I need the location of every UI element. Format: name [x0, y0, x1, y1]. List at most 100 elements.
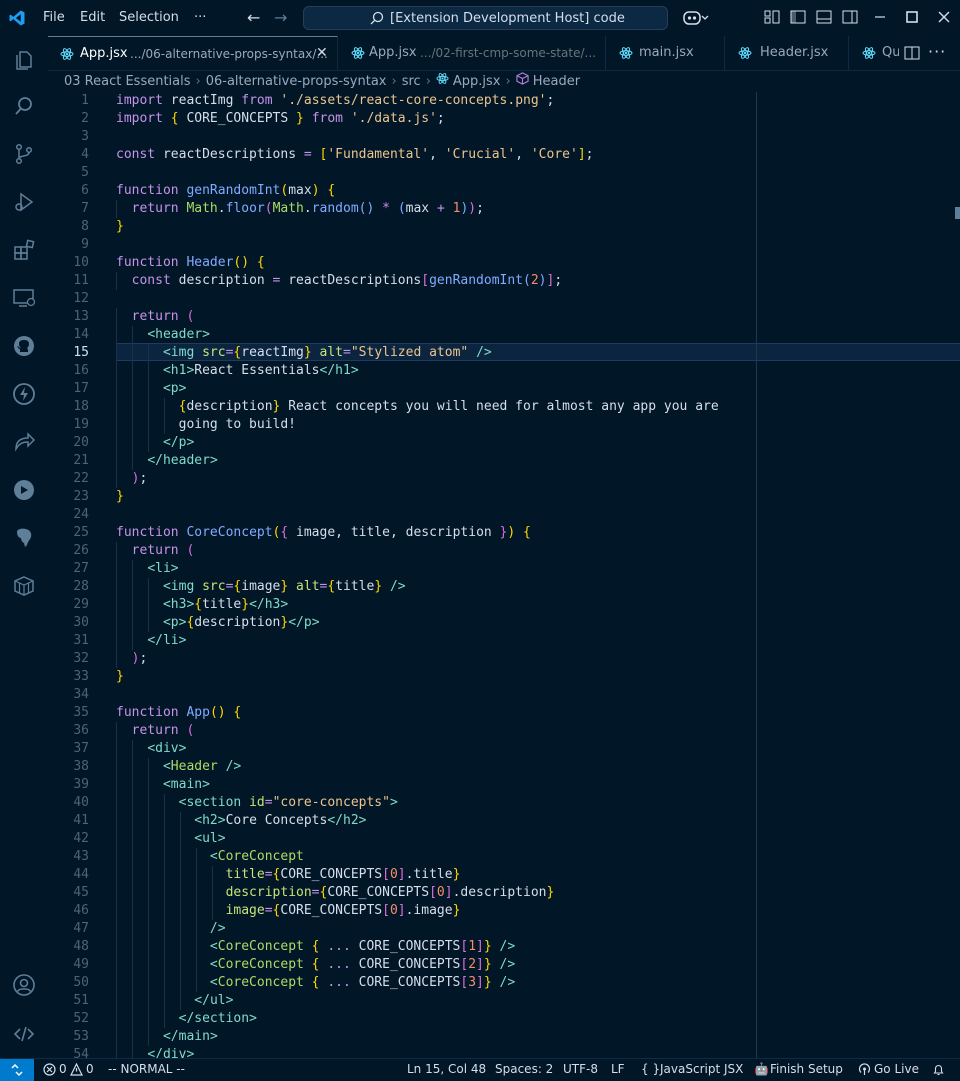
menu-edit[interactable]: Edit: [80, 10, 105, 25]
menu-file[interactable]: File: [43, 10, 65, 25]
code-line[interactable]: return (: [116, 542, 195, 560]
code-line[interactable]: <h2>Core Concepts</h2>: [116, 812, 366, 830]
live-share-icon[interactable]: [12, 430, 36, 454]
tab-qu[interactable]: Qu: [849, 36, 899, 70]
code-line[interactable]: <p>: [116, 380, 186, 398]
breadcrumb-file[interactable]: App.jsx: [453, 74, 501, 89]
more-actions-icon[interactable]: ···: [928, 42, 946, 61]
code-line[interactable]: <div>: [116, 740, 186, 758]
code-line[interactable]: function CoreConcept({ image, title, des…: [116, 524, 531, 542]
close-tab-icon[interactable]: ✕: [316, 45, 328, 61]
github-icon[interactable]: [12, 334, 36, 358]
forward-arrow-icon[interactable]: →: [274, 8, 287, 27]
database-elephant-icon[interactable]: [12, 526, 36, 550]
notifications-bell-icon[interactable]: [932, 1063, 945, 1076]
code-line[interactable]: image={CORE_CONCEPTS[0].image}: [116, 902, 461, 920]
code-line[interactable]: />: [116, 920, 226, 938]
tab-app-jsx-06[interactable]: App.jsx .../06-alternative-props-syntax/…: [48, 36, 338, 70]
code-line[interactable]: <CoreConcept: [116, 848, 304, 866]
code-line[interactable]: import reactImg from './assets/react-cor…: [116, 92, 554, 110]
language-mode[interactable]: JavaScript JSX: [660, 1062, 743, 1076]
code-line[interactable]: import { CORE_CONCEPTS } from './data.js…: [116, 110, 445, 128]
remote-explorer-icon[interactable]: [12, 286, 36, 310]
code-line[interactable]: return Math.floor(Math.random() * (max +…: [116, 200, 484, 218]
code-line[interactable]: function Header() {: [116, 254, 265, 272]
toggle-secondary-sidebar-icon[interactable]: [842, 9, 858, 25]
code-line[interactable]: <header>: [116, 326, 210, 344]
manage-code-icon[interactable]: [12, 1022, 36, 1046]
code-line[interactable]: <img src={image} alt={title} />: [116, 578, 406, 596]
tab-header-jsx[interactable]: Header.jsx: [725, 36, 849, 70]
explorer-icon[interactable]: [12, 48, 36, 72]
accounts-icon[interactable]: [12, 973, 36, 997]
code-line[interactable]: return (: [116, 308, 195, 326]
source-control-icon[interactable]: [12, 142, 36, 166]
menu-selection[interactable]: Selection: [119, 10, 179, 25]
code-line[interactable]: </main>: [116, 1028, 218, 1046]
copilot-icon[interactable]: [683, 9, 709, 27]
breadcrumb-folder-root[interactable]: 03 React Essentials: [64, 74, 191, 89]
tab-app-jsx-02[interactable]: App.jsx .../02-first-cmp-some-state/...: [338, 36, 606, 70]
code-editor[interactable]: 1 2 3 4 5 6 7 8 9 10 11 12 13 14 15 16 17 18 19 20 21 22 23 24 2…: [48, 92, 960, 1058]
code-line[interactable]: return (: [116, 722, 195, 740]
command-center-search[interactable]: [Extension Development Host] code: [303, 6, 668, 30]
split-editor-icon[interactable]: [904, 45, 920, 61]
maximize-icon[interactable]: [904, 9, 920, 25]
code-line[interactable]: <Header />: [116, 758, 241, 776]
code-line[interactable]: title={CORE_CONCEPTS[0].title}: [116, 866, 461, 884]
code-line[interactable]: <p>{description}</p>: [116, 614, 320, 632]
code-line[interactable]: </ul>: [116, 992, 233, 1010]
code-line[interactable]: {description} React concepts you will ne…: [116, 398, 719, 416]
menu-more[interactable]: ···: [194, 10, 206, 25]
code-line[interactable]: );: [116, 470, 148, 488]
extensions-icon[interactable]: [12, 238, 36, 262]
search-icon[interactable]: [12, 94, 36, 118]
go-live-button[interactable]: Go Live: [874, 1062, 919, 1076]
code-line[interactable]: </header>: [116, 452, 217, 470]
breadcrumb-folder-project[interactable]: 06-alternative-props-syntax: [206, 74, 387, 89]
indentation[interactable]: Spaces: 2: [495, 1062, 553, 1076]
code-line[interactable]: </section>: [116, 1010, 257, 1028]
code-line[interactable]: </p>: [116, 434, 194, 452]
code-line[interactable]: <main>: [116, 776, 210, 794]
code-line[interactable]: <CoreConcept { ... CORE_CONCEPTS[1]} />: [116, 938, 515, 956]
code-line[interactable]: function genRandomInt(max) {: [116, 182, 335, 200]
run-debug-icon[interactable]: [12, 190, 36, 214]
remote-explorer-icon-alt[interactable]: [12, 478, 36, 502]
finish-setup-button[interactable]: Finish Setup: [770, 1062, 843, 1076]
code-line[interactable]: <CoreConcept { ... CORE_CONCEPTS[3]} />: [116, 974, 515, 992]
tab-main-jsx[interactable]: main.jsx: [606, 36, 725, 70]
thunder-client-icon[interactable]: [12, 382, 36, 406]
error-count[interactable]: 0: [59, 1062, 67, 1076]
vscode-logo-icon[interactable]: [8, 9, 26, 27]
cursor-position[interactable]: Ln 15, Col 48: [407, 1062, 486, 1076]
code-line[interactable]: <h1>React Essentials</h1>: [116, 362, 359, 380]
code-line[interactable]: <CoreConcept { ... CORE_CONCEPTS[2]} />: [116, 956, 515, 974]
code-line[interactable]: );: [116, 650, 148, 668]
code-line[interactable]: const description = reactDescriptions[ge…: [116, 272, 563, 290]
code-line[interactable]: }: [116, 488, 124, 506]
warning-icon[interactable]: [70, 1063, 83, 1076]
code-line[interactable]: </li>: [116, 632, 186, 650]
code-line[interactable]: <section id="core-concepts">: [116, 794, 398, 812]
encoding[interactable]: UTF-8: [563, 1062, 598, 1076]
back-arrow-icon[interactable]: ←: [247, 8, 260, 27]
scrollbar-thumb[interactable]: [955, 207, 960, 219]
code-line[interactable]: }: [116, 668, 124, 686]
containers-icon[interactable]: [12, 574, 36, 598]
code-line[interactable]: <img src={reactImg} alt="Stylized atom" …: [116, 344, 492, 362]
close-window-icon[interactable]: [936, 9, 952, 25]
remote-indicator[interactable]: [0, 1059, 34, 1081]
breadcrumb-folder-src[interactable]: src: [402, 74, 421, 89]
code-line[interactable]: </div>: [116, 1046, 194, 1058]
code-line[interactable]: const reactDescriptions = ['Fundamental'…: [116, 146, 593, 164]
code-line[interactable]: <ul>: [116, 830, 225, 848]
end-of-line[interactable]: LF: [611, 1062, 625, 1076]
warning-count[interactable]: 0: [86, 1062, 94, 1076]
error-icon[interactable]: [43, 1063, 56, 1076]
code-line[interactable]: <li>: [116, 560, 178, 578]
code-line[interactable]: description={CORE_CONCEPTS[0].descriptio…: [116, 884, 555, 902]
code-line[interactable]: function App() {: [116, 704, 241, 722]
code-line[interactable]: going to build!: [116, 416, 296, 434]
breadcrumb-symbol[interactable]: Header: [533, 74, 580, 89]
